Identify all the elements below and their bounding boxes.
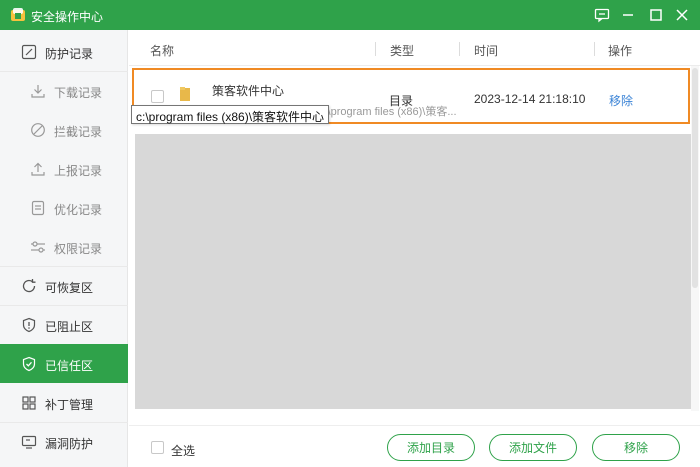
sidebar-item-label: 防护记录 <box>45 47 94 61</box>
sidebar-item-label: 优化记录 <box>54 203 103 217</box>
sidebar-item-label: 拦截记录 <box>54 125 103 139</box>
select-all-checkbox[interactable] <box>151 441 164 454</box>
download-icon <box>31 85 45 98</box>
folder-icon <box>180 87 190 101</box>
remove-button[interactable]: 移除 <box>592 434 680 461</box>
sidebar-item-blocked-zone[interactable]: 已阻止区 <box>0 305 128 344</box>
add-directory-button[interactable]: 添加目录 <box>387 434 475 461</box>
sidebar-item-label: 补丁管理 <box>45 398 94 412</box>
sidebar-item-trusted-zone[interactable]: 已信任区 <box>0 344 128 383</box>
title-bar: 安全操作中心 <box>0 0 700 30</box>
window-title: 安全操作中心 <box>31 10 104 24</box>
sidebar-item-download-records[interactable]: 下载记录 <box>0 71 128 110</box>
minimize-icon[interactable] <box>617 4 639 26</box>
column-header-action: 操作 <box>608 44 633 58</box>
sidebar-item-protection-records[interactable]: 防护记录 <box>0 32 128 71</box>
restore-icon <box>22 279 36 293</box>
column-divider[interactable] <box>375 42 376 56</box>
sidebar-item-label: 可恢复区 <box>45 281 94 295</box>
block-icon <box>31 123 45 137</box>
main-panel: 名称 类型 时间 操作 策客软件中心 c:\program files (x86… <box>129 30 700 467</box>
column-header-type[interactable]: 类型 <box>390 42 414 59</box>
document-icon <box>31 200 45 216</box>
select-all-label[interactable]: 全选 <box>171 442 195 459</box>
item-time: 2023-12-14 21:18:10 <box>474 92 586 106</box>
empty-list-area <box>135 134 691 409</box>
column-header-name[interactable]: 名称 <box>150 42 174 59</box>
column-divider[interactable] <box>459 42 460 56</box>
maximize-icon[interactable] <box>645 4 667 26</box>
shield-alert-icon <box>22 317 36 333</box>
scrollbar-thumb[interactable] <box>692 68 698 288</box>
column-header-time[interactable]: 时间 <box>474 42 498 59</box>
item-type: 目录 <box>389 94 414 108</box>
sidebar-item-label: 权限记录 <box>54 242 103 256</box>
shield-check-icon <box>22 356 36 372</box>
sidebar-item-vulnerability-protection[interactable]: 漏洞防护 <box>0 422 128 461</box>
sidebar-item-label: 已阻止区 <box>45 320 94 334</box>
sidebar-item-optimize-records[interactable]: 优化记录 <box>0 188 128 227</box>
upload-icon <box>31 162 45 176</box>
row-checkbox[interactable] <box>151 90 164 103</box>
footer-bar: 全选 添加目录 添加文件 移除 <box>129 425 700 467</box>
sliders-icon <box>31 241 45 253</box>
sidebar: 防护记录 下载记录 拦截记录 上报记录 优化记录 权限记录 可恢复区 已阻止区 … <box>0 30 128 467</box>
table-header: 名称 类型 时间 操作 <box>129 30 700 66</box>
sidebar-item-label: 上报记录 <box>54 164 103 178</box>
item-name: 策客软件中心 <box>212 84 285 98</box>
edit-icon <box>21 44 37 60</box>
sidebar-item-label: 漏洞防护 <box>45 437 94 451</box>
sidebar-item-patch-management[interactable]: 补丁管理 <box>0 383 128 422</box>
column-divider[interactable] <box>594 42 595 56</box>
path-tooltip: c:\program files (x86)\策客软件中心 <box>131 105 330 124</box>
row-remove-link[interactable]: 移除 <box>609 92 633 109</box>
monitor-icon <box>21 435 37 449</box>
add-file-button[interactable]: 添加文件 <box>489 434 577 461</box>
item-path: c:\program files (x86)\策客... <box>319 106 457 118</box>
sidebar-item-restorable-zone[interactable]: 可恢复区 <box>0 266 128 305</box>
sidebar-item-label: 已信任区 <box>45 359 94 373</box>
grid-icon <box>22 396 36 410</box>
sidebar-item-report-records[interactable]: 上报记录 <box>0 149 128 188</box>
sidebar-item-label: 下载记录 <box>54 86 103 100</box>
app-logo-icon <box>11 8 25 21</box>
feedback-icon[interactable] <box>591 4 613 26</box>
close-icon[interactable] <box>671 4 693 26</box>
sidebar-item-permission-records[interactable]: 权限记录 <box>0 227 128 266</box>
sidebar-item-block-records[interactable]: 拦截记录 <box>0 110 128 149</box>
scrollbar[interactable] <box>691 66 699 411</box>
